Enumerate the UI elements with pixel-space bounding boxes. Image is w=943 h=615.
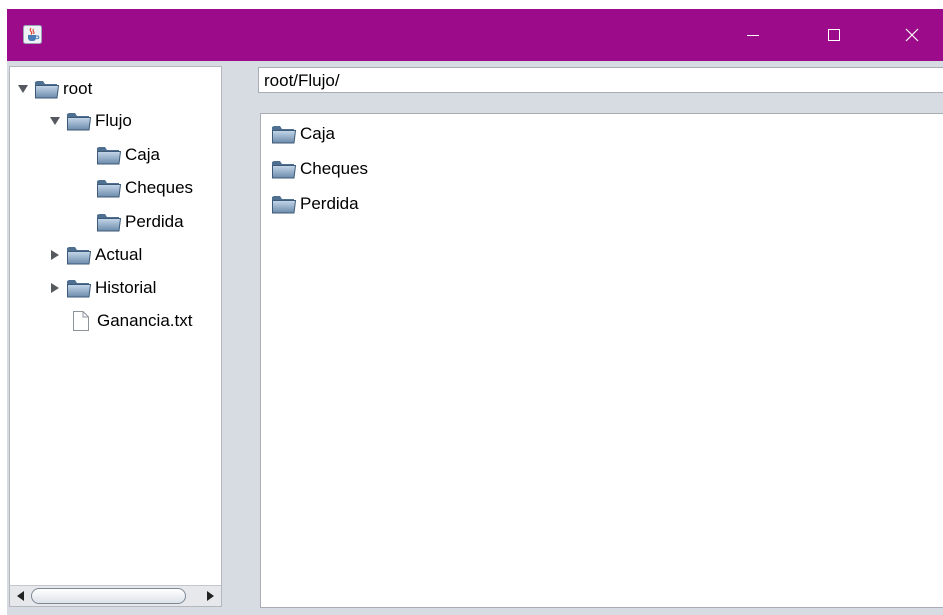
close-button[interactable] <box>889 9 935 61</box>
tree-node-perdida[interactable]: Perdida <box>96 206 184 238</box>
tree-node-flujo[interactable]: Flujo <box>48 105 132 137</box>
tree-node-caja[interactable]: Caja <box>96 139 160 171</box>
folder-icon <box>66 277 92 299</box>
folder-icon <box>271 123 297 145</box>
file-tree[interactable]: root Flujo Caja Cheques Perdida Actual H… <box>9 66 222 607</box>
scroll-right-arrow-icon[interactable] <box>202 588 218 604</box>
tree-node-actual[interactable]: Actual <box>48 239 142 271</box>
folder-icon <box>96 177 122 199</box>
folder-icon <box>96 144 122 166</box>
horizontal-scrollbar[interactable] <box>10 585 221 606</box>
tree-node-label: Perdida <box>125 212 184 231</box>
folder-icon <box>271 158 297 180</box>
content-pane: root Flujo Caja Cheques Perdida Actual H… <box>7 61 943 615</box>
java-cup-icon <box>23 25 42 44</box>
close-icon <box>905 28 919 42</box>
collapsed-triangle-icon[interactable] <box>48 248 62 262</box>
list-item-perdida[interactable]: Perdida <box>271 188 359 220</box>
list-item-caja[interactable]: Caja <box>271 118 335 150</box>
folder-icon <box>66 244 92 266</box>
tree-node-root[interactable]: root <box>16 73 92 105</box>
expanded-triangle-icon[interactable] <box>48 114 62 128</box>
tree-node-label: Caja <box>125 145 160 164</box>
tree-node-label: Flujo <box>95 111 132 130</box>
folder-icon <box>271 193 297 215</box>
file-list[interactable]: Caja Cheques Perdida <box>260 113 943 608</box>
minimize-button[interactable] <box>730 9 776 61</box>
tree-node-label: Historial <box>95 278 157 297</box>
list-item-label: Perdida <box>300 194 359 213</box>
tree-node-label: Actual <box>95 245 143 264</box>
path-field[interactable]: root/Flujo/ <box>258 67 943 93</box>
collapsed-triangle-icon[interactable] <box>48 281 62 295</box>
tree-node-cheques[interactable]: Cheques <box>96 172 193 204</box>
maximize-icon <box>828 29 840 41</box>
folder-icon <box>34 78 60 100</box>
file-icon <box>68 310 94 332</box>
maximize-button[interactable] <box>811 9 857 61</box>
list-item-cheques[interactable]: Cheques <box>271 153 368 185</box>
tree-node-label: Cheques <box>125 178 194 197</box>
scrollbar-thumb[interactable] <box>31 588 186 604</box>
minimize-icon <box>747 35 759 36</box>
tree-node-ganancia[interactable]: Ganancia.txt <box>68 305 192 337</box>
list-item-label: Caja <box>300 124 335 143</box>
scroll-left-arrow-icon[interactable] <box>13 588 29 604</box>
expanded-triangle-icon[interactable] <box>16 82 30 96</box>
folder-icon <box>66 110 92 132</box>
folder-icon <box>96 211 122 233</box>
tree-node-label: root <box>63 79 93 98</box>
tree-node-historial[interactable]: Historial <box>48 272 156 304</box>
list-item-label: Cheques <box>300 159 369 178</box>
title-bar[interactable] <box>7 9 943 61</box>
tree-node-label: Ganancia.txt <box>97 311 193 330</box>
